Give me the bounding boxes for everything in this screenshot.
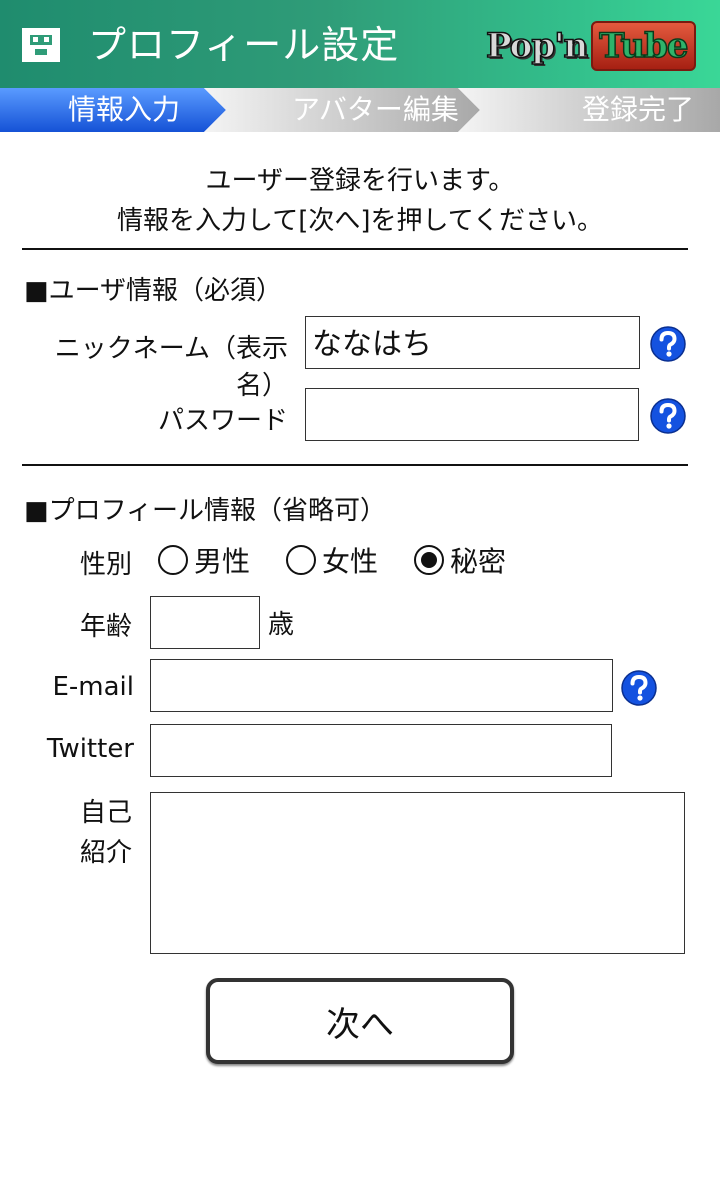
gender-radio-male[interactable]: 男性 [158,542,250,578]
gender-label: 性別 [79,550,132,580]
brand-logo-pop: Pop'n [485,25,589,67]
password-help-icon[interactable] [650,398,686,434]
intro-text-line1: ユーザー登録を行います。 [205,166,515,196]
bio-label-line1: 自己 [79,798,132,828]
radio-circle[interactable] [286,545,316,575]
gender-option-secret: 秘密 [450,545,507,578]
page-title: プロフィール設定 [88,23,400,67]
profile-info-heading: ■プロフィール情報（省略可） [24,496,387,526]
brand-logo-tube: Tube [591,21,696,71]
step-info-input: 情報入力 [68,93,181,126]
age-label: 年齢 [79,612,132,642]
radio-circle-selected[interactable] [414,545,444,575]
nickname-value: ななはち [312,327,432,362]
app-header: プロフィール設定 Pop'n Tube [0,0,720,88]
password-label: パスワード [157,406,288,436]
gender-radio-female[interactable]: 女性 [286,542,378,578]
radio-selected-dot [421,552,437,568]
age-unit: 歳 [268,610,295,640]
profile-card-icon [22,28,60,62]
nickname-help-icon[interactable] [650,326,686,362]
nickname-label: ニックネーム（表示名） [54,334,288,401]
divider [22,464,688,466]
twitter-label: Twitter [46,734,134,764]
email-input[interactable] [150,659,613,712]
next-button[interactable]: 次へ [206,978,514,1064]
bio-textarea[interactable] [150,792,685,954]
step-registration-complete: 登録完了 [582,93,695,126]
bio-label-line2: 紹介 [79,838,132,868]
age-input[interactable] [150,596,260,649]
nickname-input[interactable]: ななはち [305,316,640,369]
gender-radio-secret[interactable]: 秘密 [414,542,506,578]
gender-option-male: 男性 [194,545,251,578]
password-input[interactable] [305,388,639,441]
gender-option-female: 女性 [322,545,379,578]
brand-logo: Pop'n Tube [485,20,696,72]
email-label: E-mail [52,672,134,702]
intro-text-line2: 情報を入力して[次へ]を押してください。 [117,206,603,236]
twitter-input[interactable] [150,724,612,777]
radio-circle[interactable] [158,545,188,575]
next-button-label: 次へ [326,1004,394,1045]
divider [22,248,688,250]
step-avatar-edit: アバター編集 [292,93,459,126]
user-info-heading: ■ユーザ情報（必須） [24,276,283,306]
email-help-icon[interactable] [621,670,657,706]
